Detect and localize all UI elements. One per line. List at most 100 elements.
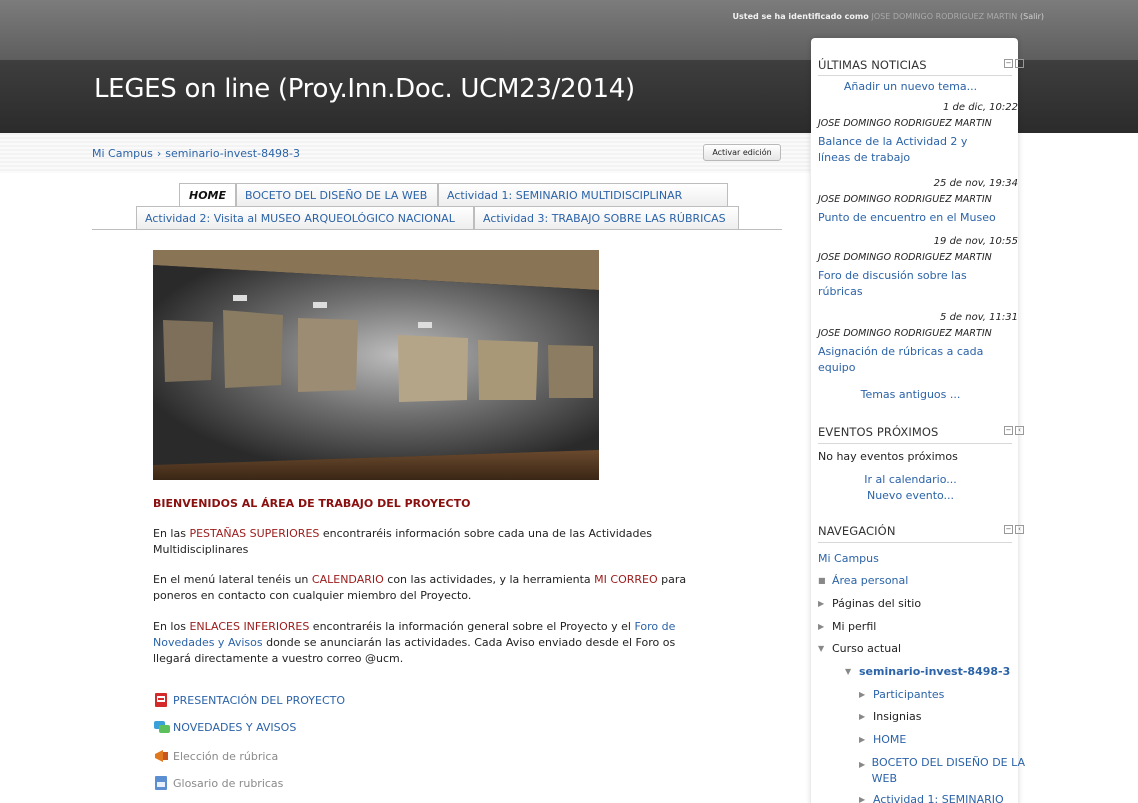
login-prefix: Usted se ha identificado como [732, 12, 869, 21]
museum-photo [153, 250, 599, 480]
p2-highlight-correo: MI CORREO [594, 573, 658, 586]
collapse-icon[interactable]: − [1004, 59, 1013, 68]
tabs-row-2: Actividad 2: Visita al MUSEO ARQUEOLÓGIC… [136, 206, 739, 230]
nav-label[interactable]: Área personal [832, 574, 908, 587]
tab-actividad-3[interactable]: Actividad 3: TRABAJO SOBRE LAS RÚBRICAS [474, 206, 739, 230]
nav-item-insignias[interactable]: ▶ Insignias [859, 710, 922, 723]
nav-label[interactable]: Actividad 1: SEMINARIO [873, 793, 1004, 803]
news-subject-3[interactable]: Foro de discusión sobre las rúbricas [818, 268, 1003, 300]
p1-text-a: En las [153, 527, 190, 540]
resource-eleccion[interactable]: Elección de rúbrica [153, 748, 278, 764]
nav-item-course[interactable]: ▼ seminario-invest-8498-3 [845, 665, 1010, 678]
news-author-4: JOSE DOMINGO RODRIGUEZ MARTIN [818, 328, 992, 339]
p3-highlight: ENLACES INFERIORES [189, 620, 310, 633]
nav-divider [818, 542, 1012, 543]
tabs-underline [92, 229, 782, 230]
resource-novedades[interactable]: NOVEDADES Y AVISOS [153, 719, 296, 735]
news-date-4: 5 de nov, 11:31 [940, 312, 1018, 323]
collapse-icon[interactable]: − [1004, 426, 1013, 435]
resource-glosario-label[interactable]: Glosario de rubricas [173, 777, 283, 790]
no-events-text: No hay eventos próximos [818, 450, 958, 463]
dock-icon[interactable]: ‹ [1015, 525, 1024, 534]
resource-presentacion-label[interactable]: PRESENTACIÓN DEL PROYECTO [173, 694, 345, 707]
calendar-link[interactable]: Ir al calendario... [818, 473, 1003, 486]
paragraph-tabs-info: En las PESTAÑAS SUPERIORES encontraréis … [153, 526, 713, 558]
p2-text-b: con las actividades, y la herramienta [383, 573, 595, 586]
breadcrumb-course[interactable]: seminario-invest-8498-3 [165, 147, 300, 160]
tab-actividad-1[interactable]: Actividad 1: SEMINARIO MULTIDISCIPLINAR [438, 183, 728, 207]
paragraph-links-info: En los ENLACES INFERIORES encontraréis l… [153, 619, 713, 667]
nav-label[interactable]: HOME [873, 733, 906, 746]
tab-actividad-2[interactable]: Actividad 2: Visita al MUSEO ARQUEOLÓGIC… [136, 206, 474, 230]
older-topics-link[interactable]: Temas antiguos ... [818, 388, 1003, 401]
news-subject-2[interactable]: Punto de encuentro en el Museo [818, 210, 1003, 226]
events-divider [818, 443, 1012, 444]
bullet-icon: ■ [818, 576, 826, 585]
events-block-controls: − ‹ [1004, 426, 1024, 435]
news-date-3: 19 de nov, 10:55 [933, 236, 1018, 247]
p3-text-b: encontraréis la información general sobr… [309, 620, 635, 633]
nav-label[interactable]: Curso actual [832, 642, 901, 655]
p3-text-a: En los [153, 620, 190, 633]
login-info: Usted se ha identificado como JOSE DOMIN… [733, 12, 1044, 21]
news-block-title: ÚLTIMAS NOTICIAS [818, 58, 927, 72]
tab-boceto[interactable]: BOCETO DEL DISEÑO DE LA WEB [236, 183, 438, 207]
user-link[interactable]: JOSE DOMINGO RODRIGUEZ MARTIN [872, 12, 1018, 21]
new-event-link[interactable]: Nuevo evento... [818, 489, 1003, 502]
nav-item-home[interactable]: ▶ HOME [859, 733, 906, 746]
chevron-right-icon: ▶ [859, 712, 866, 721]
nav-block-controls: − ‹ [1004, 525, 1024, 534]
welcome-title: BIENVENIDOS AL ÁREA DE TRABAJO DEL PROYE… [153, 497, 471, 510]
nav-item-boceto[interactable]: ▶ BOCETO DEL DISEÑO DE LA WEB [859, 755, 1029, 787]
pdf-icon [153, 692, 171, 708]
chevron-right-icon: ▶ [818, 622, 825, 631]
news-author-2: JOSE DOMINGO RODRIGUEZ MARTIN [818, 194, 992, 205]
resource-glosario[interactable]: Glosario de rubricas [153, 775, 283, 791]
site-title: LEGES on line (Proy.Inn.Doc. UCM23/2014) [94, 74, 635, 104]
glossary-icon [153, 775, 171, 791]
news-date-1: 1 de dic, 10:22 [942, 102, 1018, 113]
edit-mode-button[interactable]: Activar edición [703, 144, 781, 161]
nav-label[interactable]: Páginas del sitio [832, 597, 921, 610]
news-subject-4[interactable]: Asignación de rúbricas a cada equipo [818, 344, 1003, 376]
breadcrumb-home[interactable]: Mi Campus [92, 147, 153, 160]
forum-icon [153, 719, 171, 735]
breadcrumb-separator: › [156, 147, 162, 160]
logout-link[interactable]: (Salir) [1020, 12, 1044, 21]
megaphone-icon [153, 748, 171, 764]
tab-home[interactable]: HOME [179, 183, 236, 207]
resource-novedades-label[interactable]: NOVEDADES Y AVISOS [173, 721, 296, 734]
nav-block-title: NAVEGACIÓN [818, 524, 896, 538]
nav-home-link[interactable]: Mi Campus [818, 552, 879, 565]
chevron-down-icon: ▼ [818, 644, 825, 653]
nav-item-participantes[interactable]: ▶ Participantes [859, 688, 944, 701]
nav-item-perfil[interactable]: ▶ Mi perfil [818, 620, 876, 633]
nav-label[interactable]: Mi perfil [832, 620, 876, 633]
collapse-icon[interactable]: − [1004, 525, 1013, 534]
news-subject-1[interactable]: Balance de la Actividad 2 y líneas de tr… [818, 134, 1003, 166]
add-topic-link[interactable]: Añadir un nuevo tema... [818, 80, 1003, 93]
chevron-right-icon: ▶ [859, 795, 866, 803]
news-date-2: 25 de nov, 19:34 [933, 178, 1018, 189]
nav-label[interactable]: BOCETO DEL DISEÑO DE LA WEB [872, 755, 1029, 787]
news-author-3: JOSE DOMINGO RODRIGUEZ MARTIN [818, 252, 992, 263]
news-author-1: JOSE DOMINGO RODRIGUEZ MARTIN [818, 118, 992, 129]
nav-item-curso-actual[interactable]: ▼ Curso actual [818, 642, 901, 655]
dock-icon[interactable]: ‹ [1015, 426, 1024, 435]
resource-presentacion[interactable]: PRESENTACIÓN DEL PROYECTO [153, 692, 345, 708]
chevron-down-icon: ▼ [845, 667, 852, 676]
nav-label[interactable]: Participantes [873, 688, 944, 701]
nav-item-paginas[interactable]: ▶ Páginas del sitio [818, 597, 921, 610]
nav-label[interactable]: seminario-invest-8498-3 [859, 665, 1010, 678]
p1-highlight: PESTAÑAS SUPERIORES [189, 527, 320, 540]
nav-label[interactable]: Insignias [873, 710, 922, 723]
paragraph-menu-info: En el menú lateral tenéis un CALENDARIO … [153, 572, 713, 604]
nav-item-area-personal[interactable]: ■ Área personal [818, 574, 908, 587]
dock-icon[interactable]: ‹ [1015, 59, 1024, 68]
nav-item-actividad-1[interactable]: ▶ Actividad 1: SEMINARIO [859, 793, 1004, 803]
chevron-right-icon: ▶ [818, 599, 825, 608]
chevron-right-icon: ▶ [859, 735, 866, 744]
breadcrumb: Mi Campus › seminario-invest-8498-3 [92, 147, 300, 160]
resource-eleccion-label[interactable]: Elección de rúbrica [173, 750, 278, 763]
news-block-controls: − ‹ [1004, 59, 1024, 68]
